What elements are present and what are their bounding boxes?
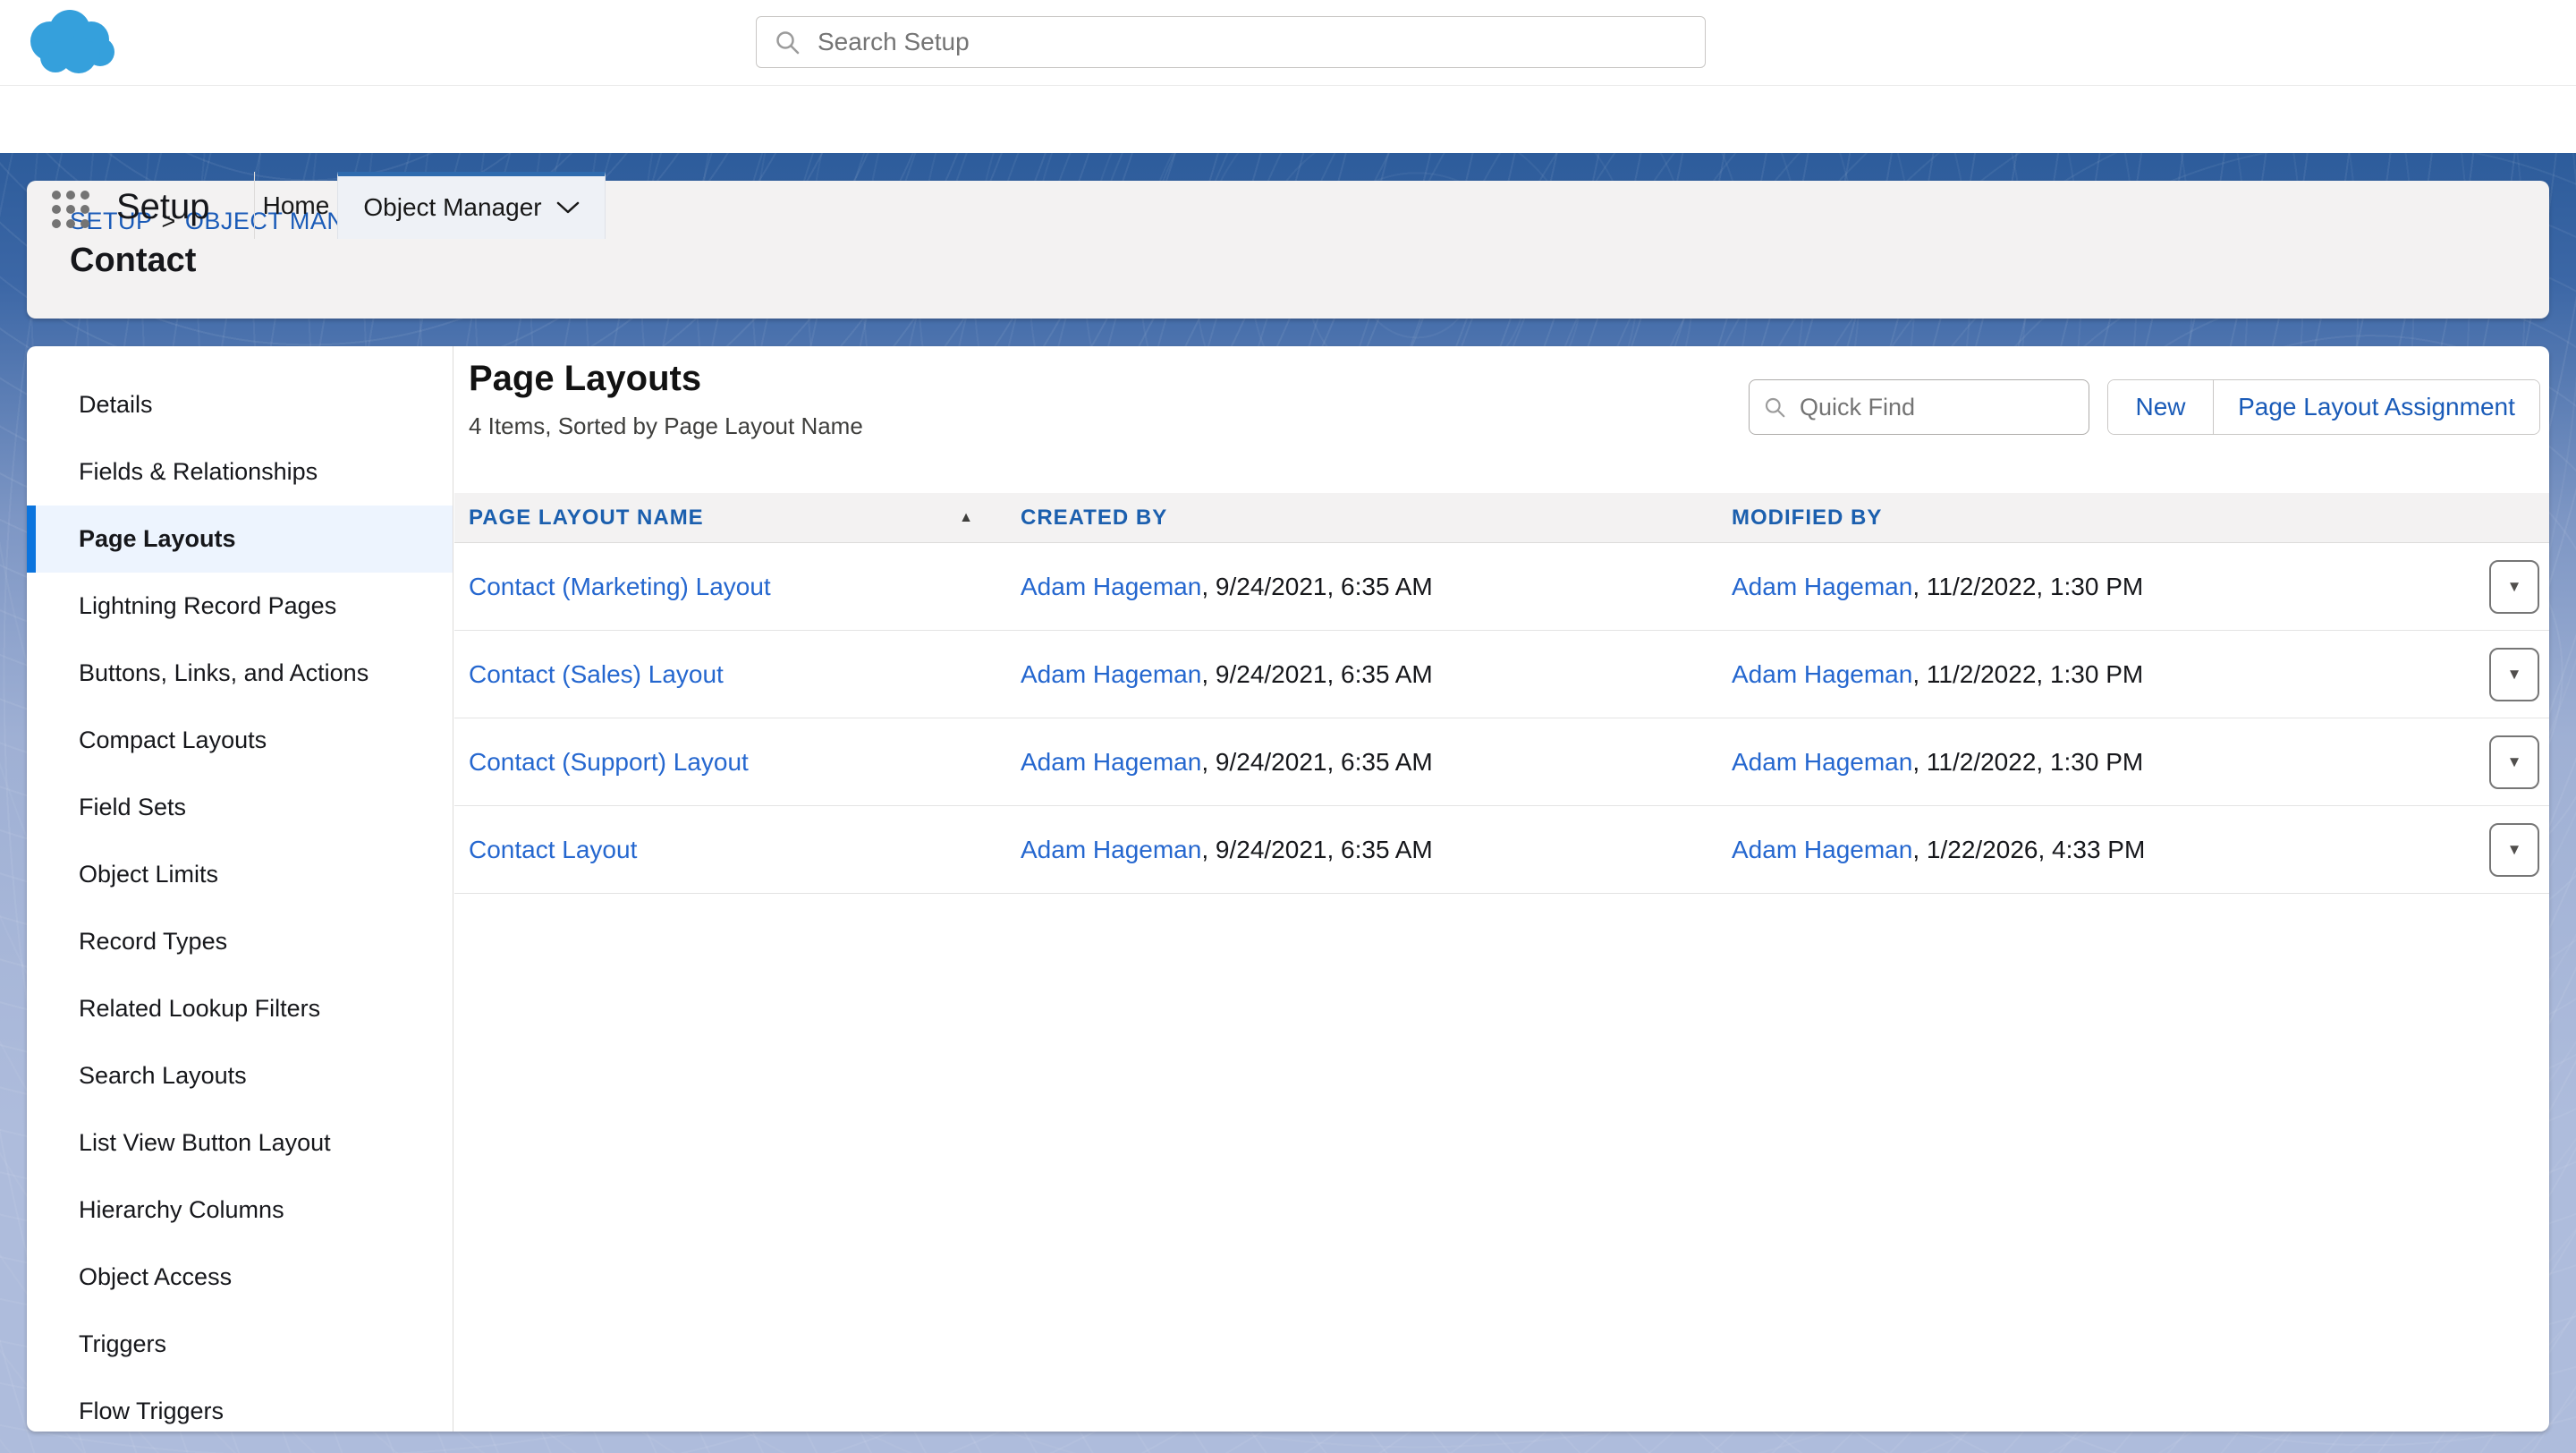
modified-by-link[interactable]: Adam Hageman: [1732, 836, 1912, 863]
column-header-modified-by[interactable]: MODIFIED BY: [1717, 506, 2460, 531]
sidebar-item-page-layouts[interactable]: Page Layouts: [27, 506, 453, 573]
table-row: Contact Layout Adam Hageman, 9/24/2021, …: [454, 806, 2549, 894]
sort-ascending-icon: ▲: [959, 510, 974, 526]
list-actions-button-group: New Page Layout Assignment: [2107, 379, 2540, 435]
row-actions-dropdown-button[interactable]: ▼: [2489, 823, 2539, 877]
page-layouts-table: PAGE LAYOUT NAME ▲ CREATED BY MODIFIED B…: [454, 493, 2549, 894]
search-icon: [1764, 396, 1785, 418]
sidebar-item-field-sets[interactable]: Field Sets: [27, 774, 453, 841]
list-summary: 4 Items, Sorted by Page Layout Name: [469, 412, 863, 440]
created-by-link[interactable]: Adam Hageman: [1021, 660, 1201, 688]
layout-name-link[interactable]: Contact (Support) Layout: [469, 748, 749, 776]
app-launcher-waffle-icon[interactable]: [52, 191, 91, 228]
sidebar-item-fields-relationships[interactable]: Fields & Relationships: [27, 438, 453, 506]
created-by-link[interactable]: Adam Hageman: [1021, 836, 1201, 863]
setup-page: ★ ▾ ?: [0, 0, 2576, 1453]
tab-object-manager-label: Object Manager: [363, 193, 541, 222]
modified-by-link[interactable]: Adam Hageman: [1732, 573, 1912, 600]
modified-by-link[interactable]: Adam Hageman: [1732, 660, 1912, 688]
global-search: [756, 16, 1706, 68]
sidebar-item-list-view-button-layout[interactable]: List View Button Layout: [27, 1109, 453, 1177]
quick-find-box: [1749, 379, 2089, 435]
created-by-link[interactable]: Adam Hageman: [1021, 573, 1201, 600]
row-actions-dropdown-button[interactable]: ▼: [2489, 560, 2539, 614]
modified-date: , 1/22/2026, 4:33 PM: [1912, 836, 2145, 863]
page-layouts-panel: Page Layouts 4 Items, Sorted by Page Lay…: [454, 346, 2549, 1432]
sidebar-item-buttons-links-actions[interactable]: Buttons, Links, and Actions: [27, 640, 453, 707]
tab-home[interactable]: Home: [255, 172, 337, 239]
created-date: , 9/24/2021, 6:35 AM: [1201, 573, 1432, 600]
sidebar-item-object-limits[interactable]: Object Limits: [27, 841, 453, 908]
salesforce-cloud-logo: [23, 5, 123, 79]
created-date: , 9/24/2021, 6:35 AM: [1201, 748, 1432, 776]
column-header-page-layout-name[interactable]: PAGE LAYOUT NAME ▲: [454, 506, 1006, 531]
table-row: Contact (Marketing) Layout Adam Hageman,…: [454, 543, 2549, 631]
search-icon: [775, 30, 800, 55]
sidebar-item-compact-layouts[interactable]: Compact Layouts: [27, 707, 453, 774]
column-header-label: PAGE LAYOUT NAME: [469, 506, 704, 530]
table-row: Contact (Support) Layout Adam Hageman, 9…: [454, 718, 2549, 806]
sidebar-item-details[interactable]: Details: [27, 371, 453, 438]
sidebar-item-lightning-record-pages[interactable]: Lightning Record Pages: [27, 573, 453, 640]
row-actions-dropdown-button[interactable]: ▼: [2489, 735, 2539, 789]
sidebar-item-flow-triggers[interactable]: Flow Triggers: [27, 1378, 453, 1432]
created-by-link[interactable]: Adam Hageman: [1021, 748, 1201, 776]
column-header-created-by[interactable]: CREATED BY: [1006, 506, 1717, 531]
created-date: , 9/24/2021, 6:35 AM: [1201, 836, 1432, 863]
layout-name-link[interactable]: Contact Layout: [469, 836, 637, 863]
object-manager-card: Details Fields & Relationships Page Layo…: [27, 346, 2549, 1432]
table-header-row: PAGE LAYOUT NAME ▲ CREATED BY MODIFIED B…: [454, 493, 2549, 543]
created-date: , 9/24/2021, 6:35 AM: [1201, 660, 1432, 688]
row-actions-dropdown-button[interactable]: ▼: [2489, 648, 2539, 701]
page-title: Page Layouts: [469, 359, 701, 399]
tab-object-manager[interactable]: Object Manager: [337, 172, 606, 239]
object-sidebar: Details Fields & Relationships Page Layo…: [27, 346, 453, 1432]
layout-name-link[interactable]: Contact (Marketing) Layout: [469, 573, 771, 600]
search-input[interactable]: [816, 27, 1653, 57]
sidebar-item-related-lookup-filters[interactable]: Related Lookup Filters: [27, 975, 453, 1042]
sidebar-item-search-layouts[interactable]: Search Layouts: [27, 1042, 453, 1109]
page-layout-assignment-button[interactable]: Page Layout Assignment: [2213, 380, 2539, 434]
layout-name-link[interactable]: Contact (Sales) Layout: [469, 660, 724, 688]
sidebar-item-triggers[interactable]: Triggers: [27, 1311, 453, 1378]
modified-date: , 11/2/2022, 1:30 PM: [1912, 660, 2143, 688]
modified-by-link[interactable]: Adam Hageman: [1732, 748, 1912, 776]
quick-find-input[interactable]: [1798, 393, 2041, 422]
setup-tab-bar: Setup Home Object Manager: [0, 86, 2576, 153]
modified-date: , 11/2/2022, 1:30 PM: [1912, 748, 2143, 776]
modified-date: , 11/2/2022, 1:30 PM: [1912, 573, 2143, 600]
sidebar-item-record-types[interactable]: Record Types: [27, 908, 453, 975]
table-row: Contact (Sales) Layout Adam Hageman, 9/2…: [454, 631, 2549, 718]
object-title: Contact: [70, 242, 196, 280]
app-name-label: Setup: [116, 175, 210, 239]
sidebar-item-object-access[interactable]: Object Access: [27, 1244, 453, 1311]
new-button[interactable]: New: [2108, 380, 2213, 434]
global-header: ★ ▾ ?: [0, 0, 2576, 86]
chevron-down-icon: [556, 200, 580, 215]
sidebar-item-hierarchy-columns[interactable]: Hierarchy Columns: [27, 1177, 453, 1244]
